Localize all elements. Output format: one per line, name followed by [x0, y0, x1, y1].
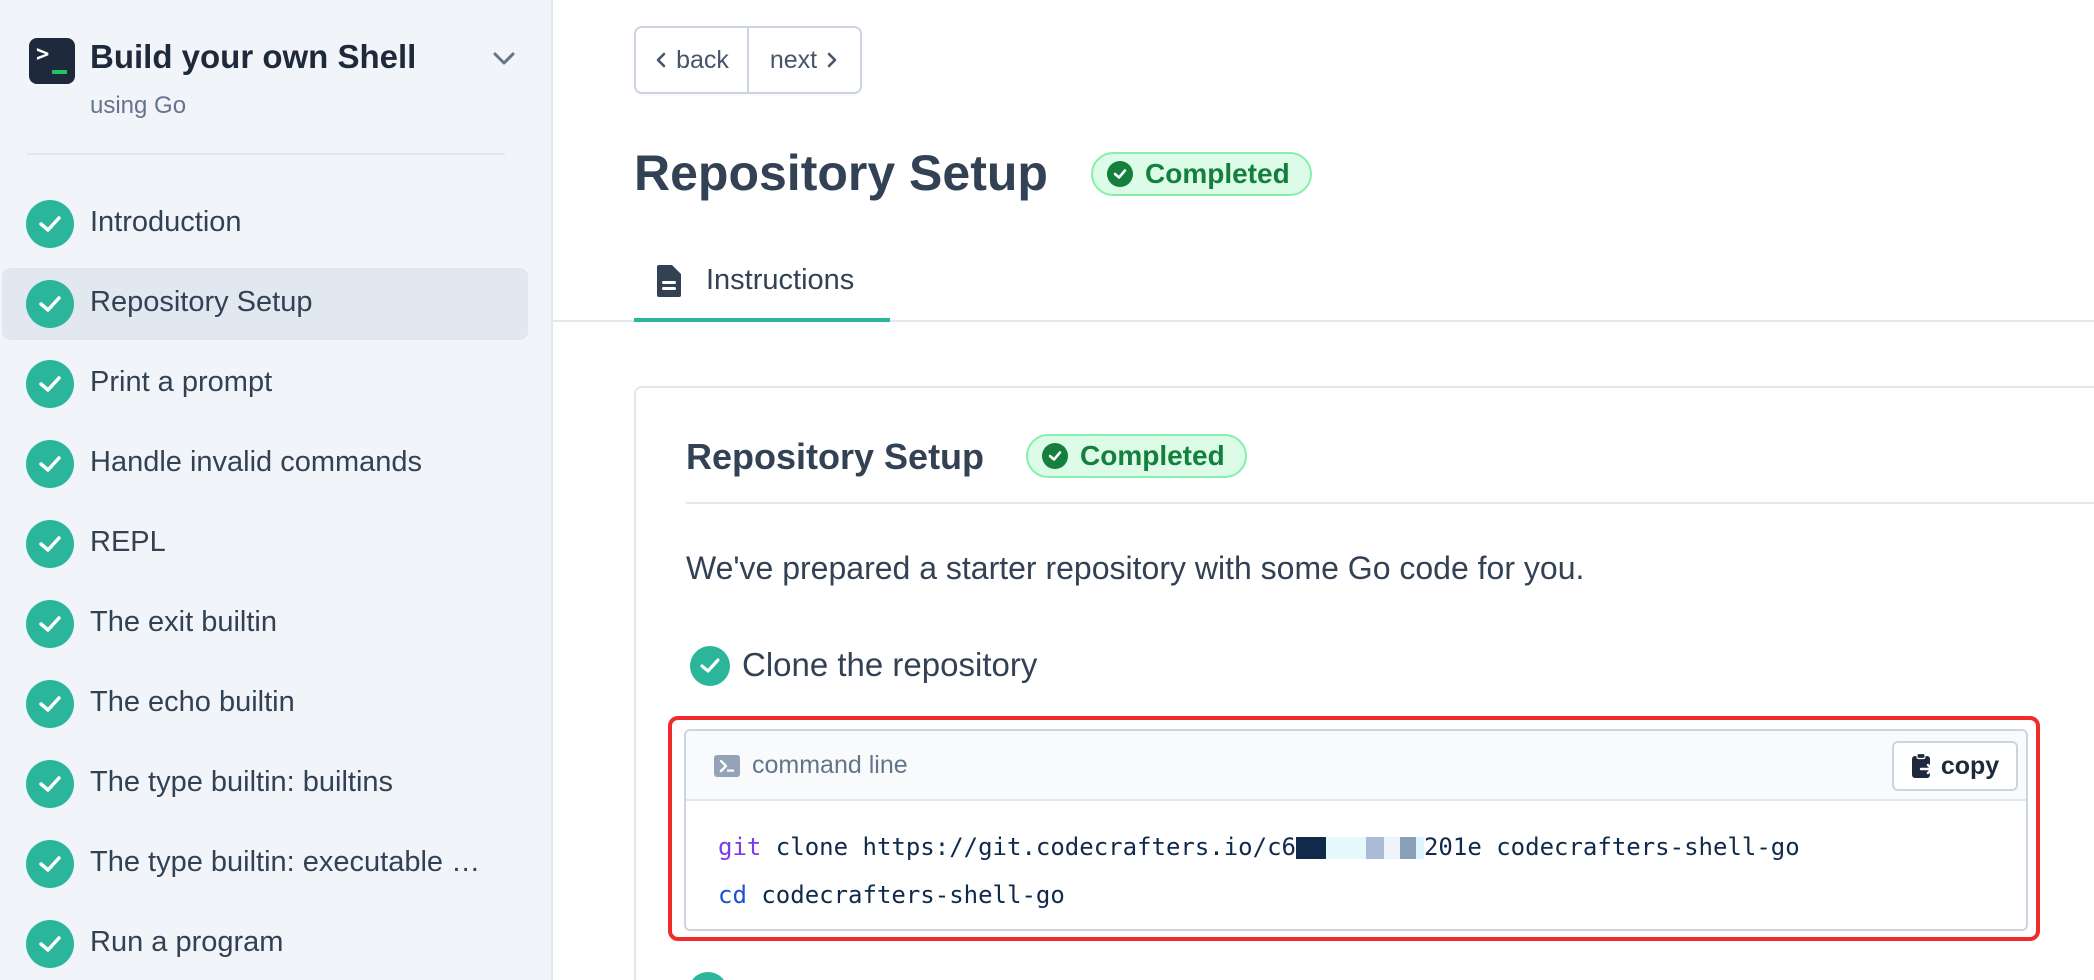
- highlight-outline: [668, 716, 2040, 941]
- status-badge-label: Completed: [1145, 158, 1290, 189]
- active-tab-indicator: [634, 318, 890, 322]
- check-circle-icon: [690, 646, 730, 686]
- status-badge-label: Completed: [1080, 440, 1225, 471]
- tab-label: Instructions: [706, 264, 855, 296]
- course-language: using Go: [90, 92, 187, 119]
- check-circle-icon: [26, 200, 74, 248]
- sidebar-item-exit-builtin[interactable]: The exit builtin: [2, 588, 528, 660]
- sidebar-item-type-builtin-builtins[interactable]: The type builtin: builtins: [2, 748, 528, 820]
- sidebar-item-label: The echo builtin: [90, 686, 295, 718]
- chevron-down-icon[interactable]: [489, 44, 519, 74]
- back-button[interactable]: back: [636, 28, 749, 92]
- check-circle-icon: [26, 520, 74, 568]
- intro-text: We've prepared a starter repository with…: [686, 550, 1585, 586]
- card-title: Repository Setup: [686, 436, 985, 477]
- check-circle-icon: [26, 600, 74, 648]
- sidebar-item-echo-builtin[interactable]: The echo builtin: [2, 668, 528, 740]
- sidebar-item-run-a-program[interactable]: Run a program: [2, 908, 528, 980]
- sidebar-item-handle-invalid-commands[interactable]: Handle invalid commands: [2, 428, 528, 500]
- next-label: next: [769, 45, 818, 74]
- course-header[interactable]: > Build your own Shell using Go: [27, 36, 517, 126]
- sidebar-item-label: REPL: [90, 526, 166, 558]
- sidebar-item-label: The type builtin: executable …: [90, 846, 481, 878]
- page-title: Repository Setup: [634, 145, 1048, 201]
- check-circle-icon: [26, 360, 74, 408]
- sidebar-item-label: Introduction: [90, 206, 242, 238]
- stage-navigation: back next: [634, 26, 862, 94]
- step-label: Clone the repository: [742, 646, 1038, 683]
- check-circle-icon: [26, 680, 74, 728]
- status-badge: Completed: [1091, 152, 1312, 196]
- sidebar-item-label: The exit builtin: [90, 606, 277, 638]
- chevron-left-icon: [656, 52, 666, 68]
- check-circle-icon: [1042, 443, 1068, 469]
- check-circle-icon: [26, 760, 74, 808]
- chevron-right-icon: [827, 52, 837, 68]
- check-circle-icon: [26, 840, 74, 888]
- sidebar: > Build your own Shell using Go Introduc…: [0, 0, 553, 980]
- course-title[interactable]: Build your own Shell: [90, 38, 416, 76]
- sidebar-item-label: Print a prompt: [90, 366, 273, 398]
- sidebar-item-print-a-prompt[interactable]: Print a prompt: [2, 348, 528, 420]
- tab-instructions[interactable]: Instructions: [634, 250, 890, 322]
- document-icon: [656, 264, 682, 303]
- check-circle-icon: [26, 280, 74, 328]
- check-circle-icon: [1107, 161, 1133, 187]
- card-divider: [686, 502, 2094, 504]
- sidebar-item-repl[interactable]: REPL: [2, 508, 528, 580]
- check-circle-icon: [26, 920, 74, 968]
- sidebar-item-label: The type builtin: builtins: [90, 766, 394, 798]
- sidebar-item-label: Run a program: [90, 926, 284, 958]
- check-circle-icon: [26, 440, 74, 488]
- next-button[interactable]: next: [749, 28, 860, 92]
- sidebar-item-introduction[interactable]: Introduction: [2, 188, 528, 260]
- status-badge: Completed: [1026, 434, 1247, 478]
- sidebar-item-type-builtin-executable[interactable]: The type builtin: executable …: [2, 828, 528, 900]
- sidebar-item-label: Repository Setup: [90, 286, 313, 318]
- sidebar-divider: [27, 153, 505, 155]
- sidebar-item-label: Handle invalid commands: [90, 446, 423, 478]
- sidebar-item-repository-setup[interactable]: Repository Setup: [2, 268, 528, 340]
- terminal-app-icon: >: [29, 38, 75, 84]
- back-label: back: [676, 45, 729, 74]
